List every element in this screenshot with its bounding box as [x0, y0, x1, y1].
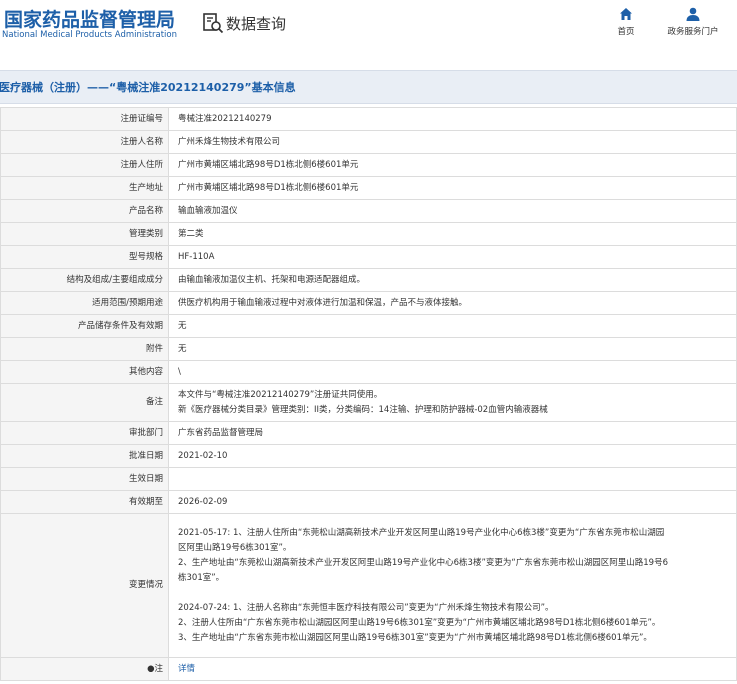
nav-home[interactable]: 首页	[598, 6, 654, 37]
field-value-line: 广州市黄埔区埔北路98号D1栋北侧6楼601单元	[178, 159, 359, 170]
field-value: 无	[168, 337, 737, 361]
nav-home-label: 首页	[617, 27, 635, 37]
field-label: 注册人住所	[0, 153, 169, 177]
field-value-line: 本文件与“粤械注准20212140279”注册证共同使用。	[178, 389, 383, 400]
field-value-line: 3、生产地址由“广东省东莞市松山湖园区阿里山路19号6栋301室”变更为“广州市…	[178, 632, 652, 643]
table-row: 批准日期 2021-02-10	[0, 444, 737, 468]
table-row: 注册证编号 粤械注准20212140279	[0, 107, 737, 131]
table-row: 适用范围/预期用途 供医疗机构用于输血输液过程中对液体进行加温和保温，产品不与液体…	[0, 291, 737, 315]
field-label: 批准日期	[0, 444, 169, 468]
field-value-line: 2024-07-24: 1、注册人名称由“东莞恒丰医疗科技有限公司”变更为“广州…	[178, 602, 554, 613]
field-value: 广州禾烽生物技术有限公司	[168, 130, 737, 154]
table-row: 其他内容 \	[0, 360, 737, 384]
table-row: 生产地址 广州市黄埔区埔北路98号D1栋北侧6楼601单元	[0, 176, 737, 200]
field-value-line: 2021-05-17: 1、注册人住所由“东莞松山湖高新技术产业开发区阿里山路1…	[178, 527, 665, 538]
field-label: 型号规格	[0, 245, 169, 269]
nav-service-portal-label: 政务服务门户	[667, 27, 719, 37]
field-value-line	[178, 586, 736, 601]
field-label: 变更情况	[0, 513, 169, 658]
nav-service-portal[interactable]: 政务服务门户	[665, 6, 721, 37]
registration-info-table: 注册证编号 粤械注准20212140279 注册人名称 广州禾烽生物技术有限公司 注册人…	[0, 107, 737, 681]
field-value-line: 2026-02-09	[178, 496, 228, 507]
field-label: 产品储存条件及有效期	[0, 314, 169, 338]
field-value-line: 无	[178, 320, 187, 331]
field-label: 备注	[0, 383, 169, 422]
field-label: 附件	[0, 337, 169, 361]
table-row: 注册人住所 广州市黄埔区埔北路98号D1栋北侧6楼601单元	[0, 153, 737, 177]
field-value-line: 供医疗机构用于输血输液过程中对液体进行加温和保温，产品不与液体接触。	[178, 297, 468, 308]
table-row: 有效期至 2026-02-09	[0, 490, 737, 514]
field-value: 广州市黄埔区埔北路98号D1栋北侧6楼601单元	[168, 153, 737, 177]
data-query-title[interactable]: 数据查询	[202, 11, 286, 35]
table-row: 变更情况 2021-05-17: 1、注册人住所由“东莞松山湖高新技术产业开发区阿…	[0, 513, 737, 658]
field-value-line: 广州禾烽生物技术有限公司	[178, 136, 281, 147]
field-value	[168, 467, 737, 491]
field-value-line: 由输血输液加温仪主机、托架和电源适配器组成。	[178, 274, 366, 285]
note-label: ●注	[0, 657, 169, 681]
table-row: 备注 本文件与“粤械注准20212140279”注册证共同使用。新《医疗器械分类目…	[0, 383, 737, 422]
page-title: 医疗器械（注册）——“粤械注准20212140279”基本信息	[0, 81, 296, 94]
field-value: 粤械注准20212140279	[168, 107, 737, 131]
document-search-icon	[202, 12, 224, 34]
table-row: 注册人名称 广州禾烽生物技术有限公司	[0, 130, 737, 154]
field-value: 2021-02-10	[168, 444, 737, 468]
home-icon	[618, 6, 634, 22]
field-value-line: 新《医疗器械分类目录》管理类别：II类，分类编码：14注输、护理和防护器械-02…	[178, 404, 548, 415]
field-value-line	[178, 472, 736, 487]
field-label: 管理类别	[0, 222, 169, 246]
table-row: 附件无	[0, 337, 737, 361]
field-value-line: 区阿里山路19号6栋301室”。	[178, 542, 292, 553]
user-icon	[685, 6, 701, 22]
field-value-line: 栋301室”。	[178, 572, 225, 583]
field-value-line: 2021-02-10	[178, 450, 228, 461]
table-row: 审批部门 广东省药品监督管理局	[0, 421, 737, 445]
field-value: 输血输液加温仪	[168, 199, 737, 223]
field-value-line: 无	[178, 343, 187, 354]
field-label: 有效期至	[0, 490, 169, 514]
field-label: 生产地址	[0, 176, 169, 200]
field-value-line: HF-110A	[178, 251, 215, 262]
field-value: 广州市黄埔区埔北路98号D1栋北侧6楼601单元	[168, 176, 737, 200]
field-value: 2021-05-17: 1、注册人住所由“东莞松山湖高新技术产业开发区阿里山路1…	[168, 513, 737, 658]
field-label: 生效日期	[0, 467, 169, 491]
table-row: 产品名称 输血输液加温仪	[0, 199, 737, 223]
field-value-line: 粤械注准20212140279	[178, 113, 272, 124]
field-value: 2026-02-09	[168, 490, 737, 514]
field-value: 广东省药品监督管理局	[168, 421, 737, 445]
field-label: 结构及组成/主要组成成分	[0, 268, 169, 292]
field-value: 供医疗机构用于输血输液过程中对液体进行加温和保温，产品不与液体接触。	[168, 291, 737, 315]
table-row: 生效日期	[0, 467, 737, 491]
field-label: 注册人名称	[0, 130, 169, 154]
note-value: 详情	[168, 657, 737, 681]
field-value: 无	[168, 314, 737, 338]
field-value: 第二类	[168, 222, 737, 246]
table-row: 型号规格 HF-110A	[0, 245, 737, 269]
table-row: ●注 详情	[0, 657, 737, 681]
field-value-line: \	[178, 366, 181, 377]
field-label: 适用范围/预期用途	[0, 291, 169, 315]
field-value-line: 输血输液加温仪	[178, 205, 238, 216]
details-link[interactable]: 详情	[178, 664, 195, 674]
data-query-label: 数据查询	[226, 14, 287, 33]
field-value-line: 广州市黄埔区埔北路98号D1栋北侧6楼601单元	[178, 182, 359, 193]
field-label: 审批部门	[0, 421, 169, 445]
field-value: \	[168, 360, 737, 384]
field-value-line: 广东省药品监督管理局	[178, 427, 264, 438]
field-label: 产品名称	[0, 199, 169, 223]
field-value-line: 第二类	[178, 228, 204, 239]
table-row: 管理类别 第二类	[0, 222, 737, 246]
page-title-bar: 医疗器械（注册）——“粤械注准20212140279”基本信息	[0, 70, 737, 104]
field-value-line: 2、注册人住所由“广东省东莞市松山湖园区阿里山路19号6栋301室”变更为“广州…	[178, 617, 661, 628]
site-logo-subtitle: National Medical Products Administration	[2, 30, 177, 40]
table-row: 结构及组成/主要组成成分 由输血输液加温仪主机、托架和电源适配器组成。	[0, 268, 737, 292]
field-value: HF-110A	[168, 245, 737, 269]
site-logo-title[interactable]: 国家药品监督管理局	[4, 5, 175, 32]
field-value: 本文件与“粤械注准20212140279”注册证共同使用。新《医疗器械分类目录》…	[168, 383, 737, 422]
top-header: 国家药品监督管理局 National Medical Products Admi…	[0, 0, 737, 68]
field-label: 注册证编号	[0, 107, 169, 131]
field-label: 其他内容	[0, 360, 169, 384]
field-value-line: 2、生产地址由“东莞松山湖高新技术产业开发区阿里山路19号产业化中心6栋3楼”变…	[178, 557, 668, 568]
field-value: 由输血输液加温仪主机、托架和电源适配器组成。	[168, 268, 737, 292]
table-row: 产品储存条件及有效期无	[0, 314, 737, 338]
